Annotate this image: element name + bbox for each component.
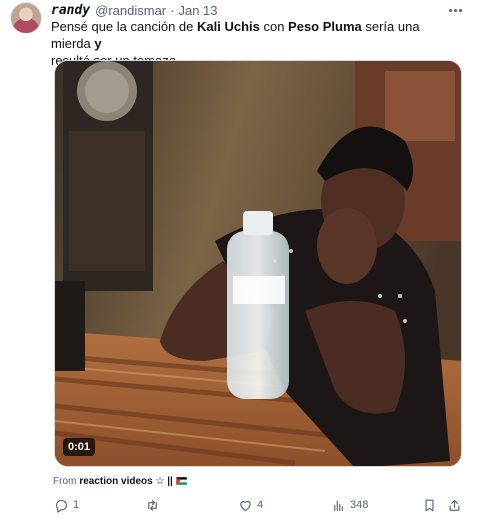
bookmark-icon — [425, 499, 434, 511]
tweet-actions: 1 4 348 — [46, 495, 466, 515]
tweet-header: randy @randismar · Jan 13 — [51, 1, 467, 19]
views-chart-icon — [334, 500, 343, 511]
like-count: 4 — [257, 499, 264, 511]
reply-button[interactable]: 1 — [54, 495, 79, 515]
timestamp[interactable]: Jan 13 — [178, 3, 217, 18]
palestine-flag-icon — [175, 477, 187, 485]
text-part-bold: Peso Pluma — [288, 19, 362, 34]
retweet-icon — [148, 499, 157, 511]
more-icon-dot — [453, 8, 457, 12]
more-icon-dot — [448, 8, 452, 12]
attribution-from-label: From — [53, 475, 77, 487]
text-part-bold: y — [94, 36, 102, 51]
more-icon-dot — [458, 8, 462, 12]
share-button[interactable] — [447, 495, 462, 515]
attribution-channel-link[interactable]: reaction videos ☆ || — [79, 476, 172, 487]
attribution-channel-name: reaction videos — [79, 475, 153, 487]
share-icon — [449, 499, 460, 511]
reply-icon — [55, 499, 67, 513]
text-part-bold: Kali Uchis — [197, 19, 260, 34]
more-options-button[interactable] — [443, 1, 467, 19]
text-part: Pensé que la canción de — [51, 19, 197, 34]
tweet[interactable]: randy @randismar · Jan 13 Pensé que la c… — [0, 0, 477, 521]
heart-icon — [240, 500, 251, 511]
video-duration-badge: 0:01 — [63, 438, 96, 456]
text-part: con — [259, 19, 289, 34]
media-attribution: From reaction videos ☆ || — [53, 473, 187, 489]
reply-count: 1 — [73, 499, 80, 511]
avatar[interactable] — [10, 2, 42, 34]
retweet-button[interactable] — [145, 495, 164, 515]
video-player[interactable]: 0:01 — [54, 60, 462, 467]
like-button[interactable]: 4 — [238, 495, 263, 515]
handle[interactable]: @randismar — [95, 3, 166, 18]
display-name[interactable]: randy — [51, 3, 90, 18]
video-frame — [55, 61, 461, 466]
attribution-suffix: ☆ || — [155, 475, 173, 487]
views-button[interactable]: 348 — [331, 495, 368, 515]
view-count: 348 — [350, 499, 369, 511]
separator: · — [170, 2, 175, 18]
bookmark-button[interactable] — [422, 495, 437, 515]
